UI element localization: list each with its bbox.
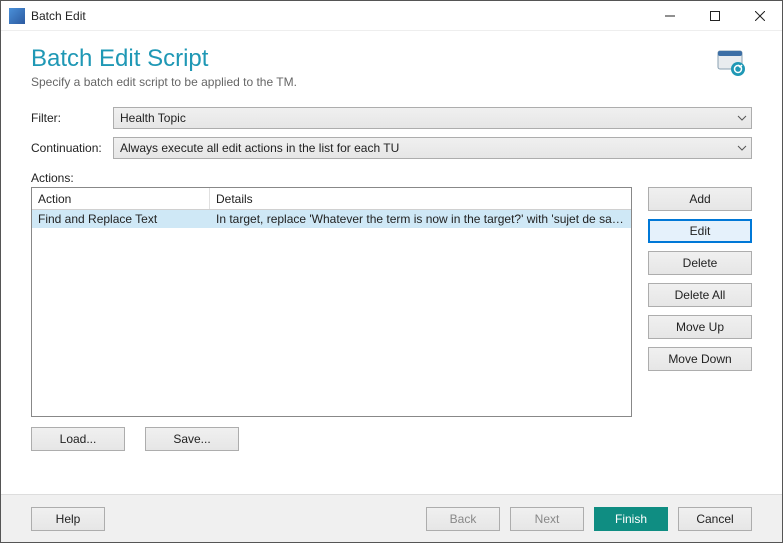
back-button[interactable]: Back <box>426 507 500 531</box>
table-row[interactable]: Find and Replace Text In target, replace… <box>32 210 631 228</box>
close-icon <box>755 11 765 21</box>
delete-button[interactable]: Delete <box>648 251 752 275</box>
minimize-button[interactable] <box>647 1 692 31</box>
cancel-button[interactable]: Cancel <box>678 507 752 531</box>
content-area: Batch Edit Script Specify a batch edit s… <box>1 31 782 494</box>
chevron-down-icon <box>737 115 747 121</box>
column-header-action[interactable]: Action <box>32 188 210 209</box>
load-save-row: Load... Save... <box>31 427 752 451</box>
maximize-button[interactable] <box>692 1 737 31</box>
actions-area: Action Details Find and Replace Text In … <box>31 187 752 417</box>
continuation-row: Continuation: Always execute all edit ac… <box>31 137 752 159</box>
column-header-details[interactable]: Details <box>210 188 631 209</box>
chevron-down-icon <box>737 145 747 151</box>
window-title: Batch Edit <box>31 9 86 23</box>
cell-action: Find and Replace Text <box>32 212 210 226</box>
window: Batch Edit Batch Edit Script Specify a b… <box>0 0 783 543</box>
edit-button[interactable]: Edit <box>648 219 752 243</box>
script-icon <box>716 47 748 79</box>
footer: Help Back Next Finish Cancel <box>1 494 782 542</box>
close-button[interactable] <box>737 1 782 31</box>
finish-button[interactable]: Finish <box>594 507 668 531</box>
wizard-buttons: Back Next Finish Cancel <box>426 507 752 531</box>
side-button-group: Add Edit Delete Delete All Move Up Move … <box>648 187 752 417</box>
continuation-value: Always execute all edit actions in the l… <box>120 141 399 155</box>
titlebar: Batch Edit <box>1 1 782 31</box>
next-button[interactable]: Next <box>510 507 584 531</box>
continuation-select[interactable]: Always execute all edit actions in the l… <box>113 137 752 159</box>
maximize-icon <box>710 11 720 21</box>
filter-value: Health Topic <box>120 111 186 125</box>
table-header: Action Details <box>32 188 631 210</box>
actions-table: Action Details Find and Replace Text In … <box>31 187 632 417</box>
add-button[interactable]: Add <box>648 187 752 211</box>
filter-select[interactable]: Health Topic <box>113 107 752 129</box>
delete-all-button[interactable]: Delete All <box>648 283 752 307</box>
cell-details: In target, replace 'Whatever the term is… <box>210 212 631 226</box>
app-icon <box>9 8 25 24</box>
minimize-icon <box>665 11 675 21</box>
save-button[interactable]: Save... <box>145 427 239 451</box>
load-button[interactable]: Load... <box>31 427 125 451</box>
move-down-button[interactable]: Move Down <box>648 347 752 371</box>
page-subtitle: Specify a batch edit script to be applie… <box>31 75 752 89</box>
help-button[interactable]: Help <box>31 507 105 531</box>
page-title: Batch Edit Script <box>31 45 752 73</box>
filter-label: Filter: <box>31 111 113 125</box>
filter-row: Filter: Health Topic <box>31 107 752 129</box>
table-body: Find and Replace Text In target, replace… <box>32 210 631 416</box>
actions-label: Actions: <box>31 171 752 185</box>
move-up-button[interactable]: Move Up <box>648 315 752 339</box>
continuation-label: Continuation: <box>31 141 113 155</box>
